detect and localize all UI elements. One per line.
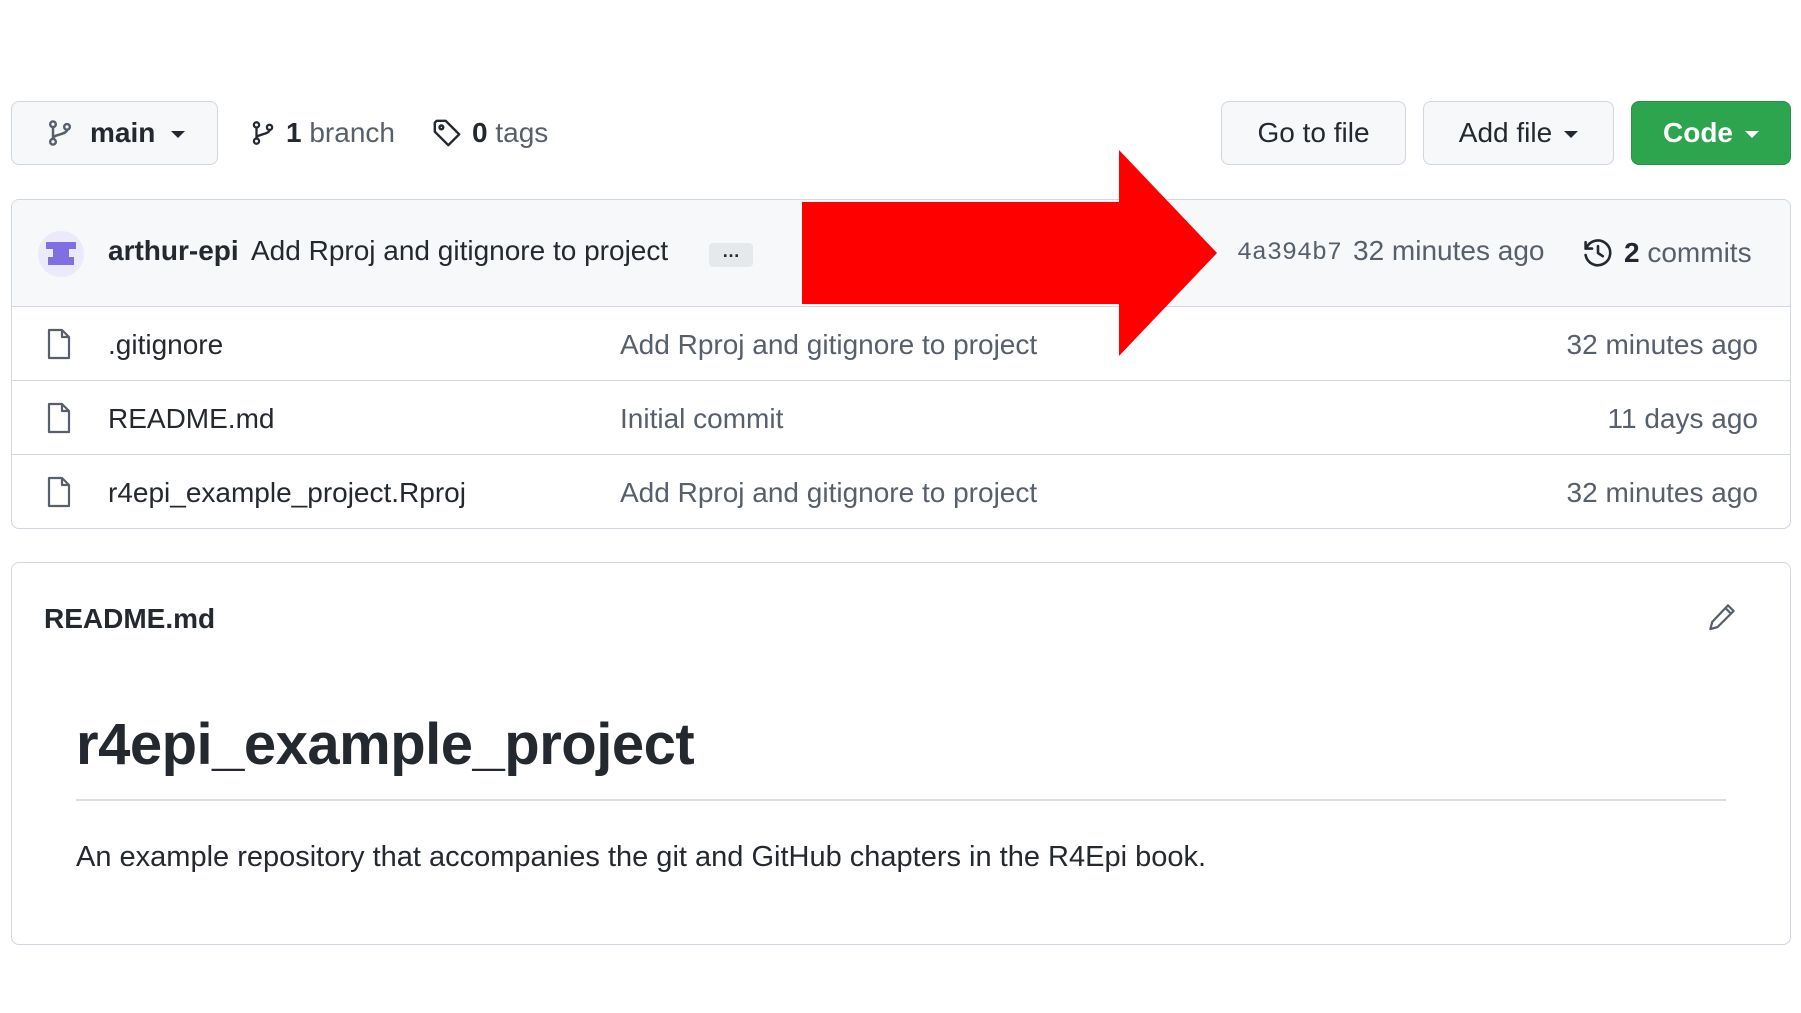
add-file-button[interactable]: Add file (1423, 101, 1614, 165)
file-icon (47, 476, 71, 508)
code-label: Code (1663, 117, 1733, 148)
file-row: .gitignore Add Rproj and gitignore to pr… (12, 307, 1790, 381)
readme-title: r4epi_example_project (76, 712, 695, 777)
readme-filename: README.md (44, 603, 216, 634)
tag-icon (433, 119, 461, 147)
pencil-icon[interactable] (1707, 601, 1737, 633)
commit-count: 2 (1624, 237, 1640, 268)
commit-sha[interactable]: 4a394b7 (1237, 238, 1342, 267)
readme-description: An example repository that accompanies t… (76, 841, 1207, 873)
go-to-file-label: Go to file (1257, 117, 1370, 148)
file-name[interactable]: README.md (108, 403, 274, 435)
code-button[interactable]: Code (1631, 101, 1791, 165)
file-icon (47, 402, 71, 434)
file-icon (47, 328, 71, 360)
file-name[interactable]: .gitignore (108, 329, 223, 361)
go-to-file-button[interactable]: Go to file (1221, 101, 1406, 165)
file-name[interactable]: r4epi_example_project.Rproj (108, 477, 466, 509)
branch-name: main (90, 117, 156, 148)
branch-select-button[interactable]: main (11, 101, 218, 165)
commit-author[interactable]: arthur-epi (108, 235, 239, 267)
tag-label: tags (495, 117, 549, 148)
git-branch-icon (252, 121, 274, 145)
history-icon (1584, 239, 1612, 267)
git-branch-icon (48, 120, 72, 146)
file-commit-message[interactable]: Initial commit (620, 403, 783, 435)
readme-box: README.md r4epi_example_project An examp… (11, 562, 1791, 945)
branch-label: branch (309, 117, 395, 148)
file-list-box: arthur-epi Add Rproj and gitignore to pr… (11, 199, 1791, 529)
file-commit-time: 32 minutes ago (1566, 329, 1758, 360)
divider (76, 799, 1726, 801)
tag-count: 0 (472, 117, 488, 148)
avatar[interactable] (38, 231, 84, 277)
file-row: r4epi_example_project.Rproj Add Rproj an… (12, 455, 1790, 528)
file-commit-message[interactable]: Add Rproj and gitignore to project (620, 477, 1037, 509)
chevron-down-icon (1564, 131, 1579, 138)
latest-commit-row: arthur-epi Add Rproj and gitignore to pr… (12, 200, 1790, 307)
chevron-down-icon (1745, 131, 1759, 138)
commit-time: 32 minutes ago (1353, 235, 1545, 266)
commits-history-link[interactable]: 2 commits (1582, 228, 1752, 278)
branch-count: 1 (286, 117, 302, 148)
chevron-down-icon (171, 131, 186, 138)
file-commit-time: 11 days ago (1607, 403, 1759, 434)
expand-commit-button[interactable]: … (709, 242, 753, 267)
file-commit-message[interactable]: Add Rproj and gitignore to project (620, 329, 1037, 361)
tags-link[interactable]: 0 tags (432, 101, 548, 165)
repo-toolbar: main 1 branch 0 tags Go to file Add file… (0, 101, 1801, 167)
file-commit-time: 32 minutes ago (1566, 477, 1758, 508)
branches-link[interactable]: 1 branch (250, 101, 395, 165)
file-row: README.md Initial commit 11 days ago (12, 381, 1790, 455)
commit-message[interactable]: Add Rproj and gitignore to project (251, 235, 668, 267)
add-file-label: Add file (1458, 117, 1553, 148)
identicon-icon (46, 242, 76, 265)
commit-label: commits (1647, 237, 1752, 268)
